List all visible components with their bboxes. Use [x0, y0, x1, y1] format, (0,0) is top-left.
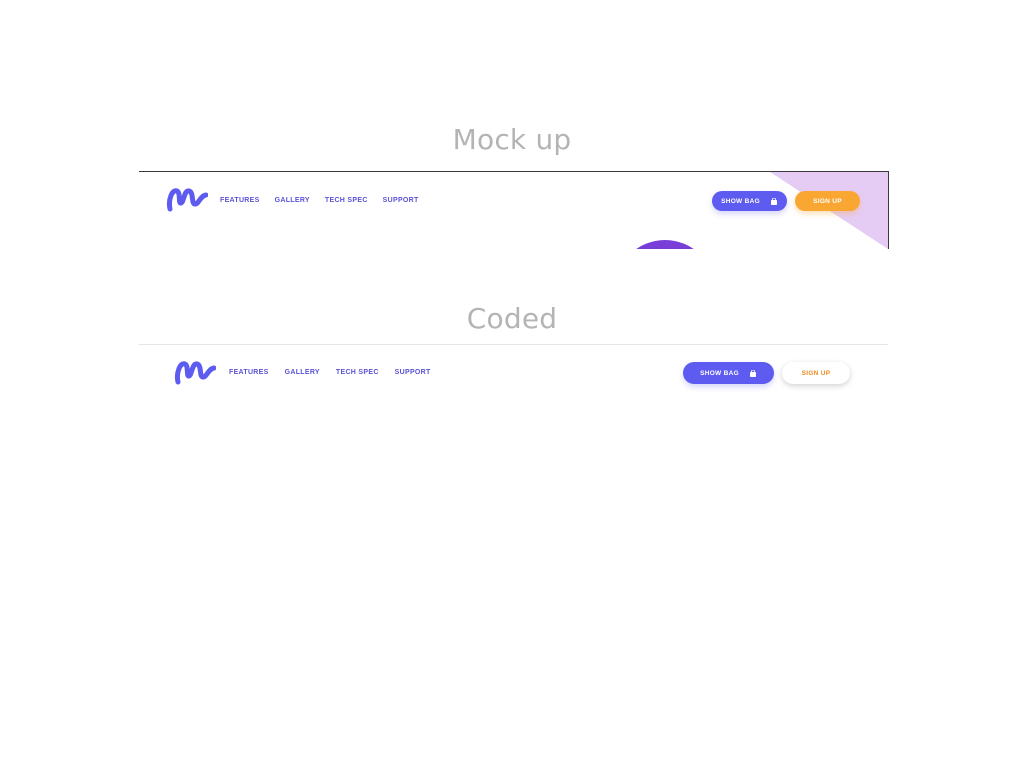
sign-up-button[interactable]: SIGN UP	[782, 362, 850, 384]
coded-heading: Coded	[466, 302, 558, 335]
shopping-bag-icon	[749, 369, 756, 377]
logo-icon[interactable]	[174, 359, 216, 385]
show-bag-button[interactable]: SHOW BAG	[712, 191, 787, 211]
nav-gallery[interactable]: GALLERY	[285, 369, 320, 376]
nav-tech-spec[interactable]: TECH SPEC	[325, 197, 368, 204]
nav-tech-spec[interactable]: TECH SPEC	[336, 369, 379, 376]
show-bag-label: SHOW BAG	[721, 197, 760, 205]
show-bag-button[interactable]: SHOW BAG	[683, 362, 774, 384]
logo-icon[interactable]	[166, 186, 208, 212]
nav-features[interactable]: FEATURES	[220, 197, 260, 204]
sign-up-button[interactable]: SIGN UP	[795, 191, 860, 211]
nav-features[interactable]: FEATURES	[229, 369, 269, 376]
mockup-heading: Mock up	[452, 123, 572, 156]
nav-gallery[interactable]: GALLERY	[275, 197, 310, 204]
divider	[139, 344, 888, 345]
coded-nav: FEATURES GALLERY TECH SPEC SUPPORT	[229, 369, 431, 376]
mockup-nav: FEATURES GALLERY TECH SPEC SUPPORT	[220, 197, 419, 204]
shopping-bag-icon	[770, 197, 777, 205]
show-bag-label: SHOW BAG	[700, 369, 739, 377]
decorative-circle	[615, 240, 715, 249]
nav-support[interactable]: SUPPORT	[383, 197, 419, 204]
nav-support[interactable]: SUPPORT	[395, 369, 431, 376]
